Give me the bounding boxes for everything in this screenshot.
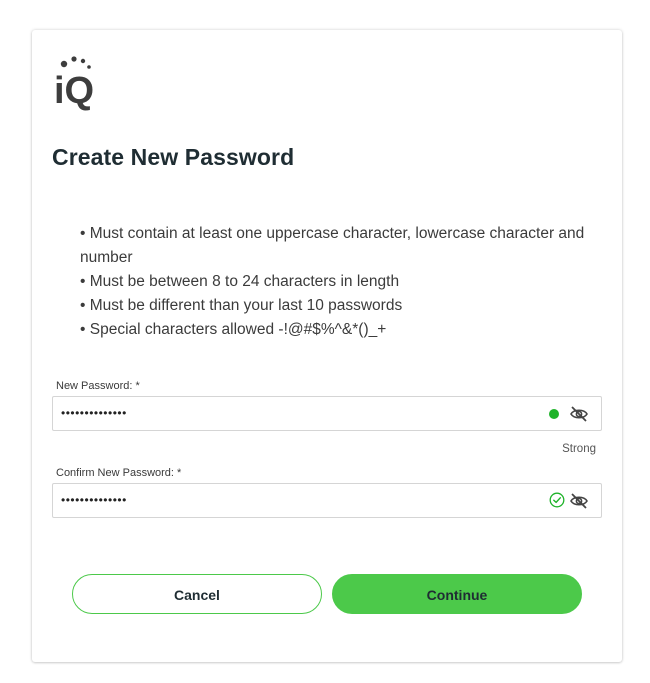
check-circle-icon bbox=[549, 492, 565, 508]
iq-logo: iQ bbox=[52, 54, 112, 114]
new-password-label: New Password: * bbox=[56, 380, 140, 392]
confirm-password-label: Confirm New Password: * bbox=[56, 467, 182, 479]
password-rules-list: Must contain at least one uppercase char… bbox=[80, 222, 600, 342]
iq-logo-graphic: iQ bbox=[54, 56, 94, 112]
rule-item: Must contain at least one uppercase char… bbox=[80, 222, 600, 270]
eye-slash-icon[interactable] bbox=[569, 492, 589, 510]
confirm-password-value: •••••••••••••• bbox=[61, 493, 127, 507]
confirm-password-field[interactable]: •••••••••••••• bbox=[52, 483, 602, 518]
new-password-field[interactable]: •••••••••••••• bbox=[52, 396, 602, 431]
page-title: Create New Password bbox=[52, 144, 295, 170]
rule-item: Must be different than your last 10 pass… bbox=[80, 294, 600, 318]
create-password-card: iQ Create New Password Must contain at l… bbox=[32, 30, 622, 662]
continue-button[interactable]: Continue bbox=[332, 574, 582, 614]
eye-slash-icon[interactable] bbox=[569, 405, 589, 423]
strength-indicator-dot bbox=[549, 409, 559, 419]
cancel-button[interactable]: Cancel bbox=[72, 574, 322, 614]
rule-item: Special characters allowed -!@#$%^&*()_+ bbox=[80, 318, 600, 342]
password-strength-text: Strong bbox=[562, 443, 596, 455]
new-password-value: •••••••••••••• bbox=[61, 406, 127, 420]
rule-item: Must be between 8 to 24 characters in le… bbox=[80, 270, 600, 294]
iq-logo-text: iQ bbox=[54, 70, 94, 112]
